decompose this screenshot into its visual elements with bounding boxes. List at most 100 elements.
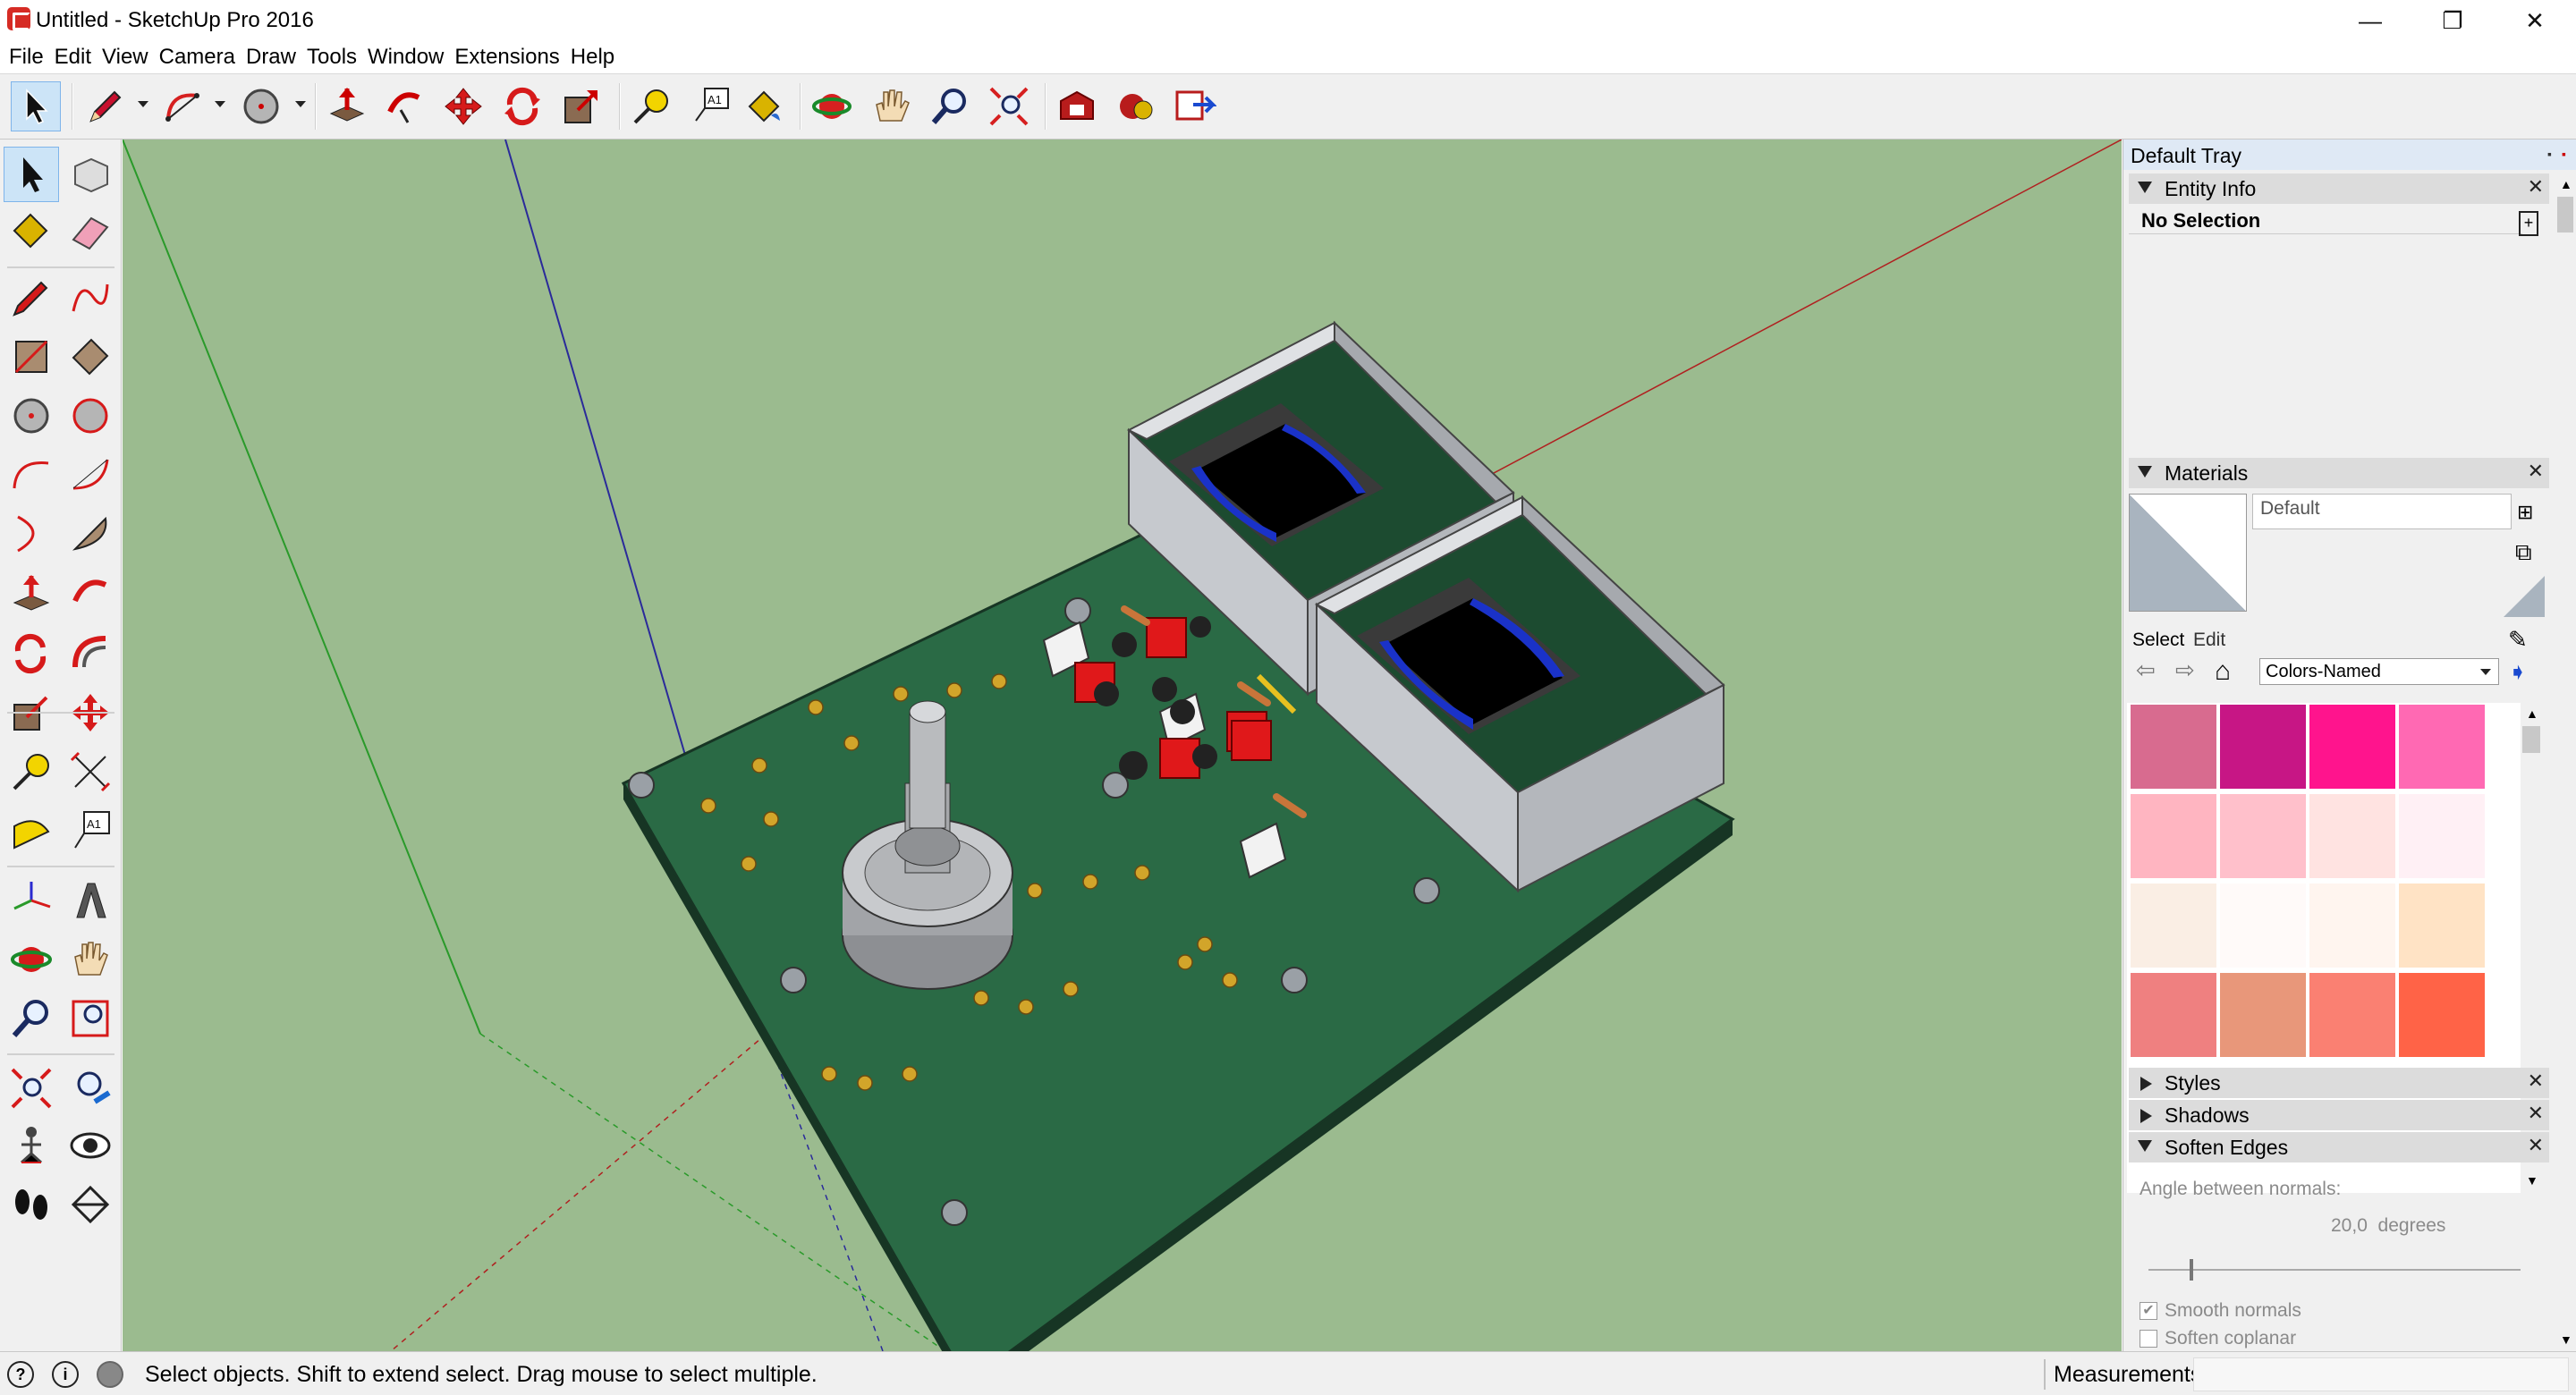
close-icon[interactable]: ✕ <box>2528 175 2544 199</box>
tape-measure-icon[interactable] <box>626 81 676 131</box>
tray-pin-icon[interactable]: ▪ <box>2547 148 2558 160</box>
material-swatch[interactable] <box>2309 705 2395 789</box>
model-viewport[interactable] <box>123 140 2122 1351</box>
material-swatch[interactable] <box>2309 794 2395 878</box>
rectangle-icon[interactable] <box>4 329 59 385</box>
material-swatch[interactable] <box>2309 973 2395 1057</box>
make-component-icon[interactable] <box>63 147 118 202</box>
tray-close-icon[interactable]: ▪ <box>2562 148 2572 160</box>
menu-window[interactable]: Window <box>364 45 451 70</box>
three-point-arc-icon[interactable] <box>4 506 59 562</box>
two-point-arc-icon[interactable] <box>63 447 118 503</box>
close-icon[interactable]: ✕ <box>2528 1134 2544 1157</box>
shadows-header[interactable]: Shadows ✕ <box>2129 1100 2549 1130</box>
section-plane-icon[interactable] <box>63 1177 118 1232</box>
zoom-icon[interactable] <box>4 991 59 1046</box>
circle-icon[interactable] <box>4 388 59 444</box>
select-arrow-icon[interactable] <box>11 81 61 131</box>
material-swatch[interactable] <box>2399 973 2485 1057</box>
material-swatch[interactable] <box>2131 794 2216 878</box>
warehouse-icon[interactable] <box>1052 81 1102 131</box>
position-camera-icon[interactable] <box>4 1118 59 1173</box>
zoom-window-icon[interactable] <box>63 991 118 1046</box>
rotate-icon[interactable] <box>497 81 547 131</box>
menu-file[interactable]: File <box>5 45 51 70</box>
paint-bucket-icon[interactable] <box>739 81 789 131</box>
user-account-icon[interactable] <box>97 1361 123 1388</box>
eyedropper-icon[interactable]: ✎ <box>2508 626 2528 654</box>
axes-icon[interactable] <box>4 873 59 928</box>
circle-icon[interactable] <box>236 81 286 131</box>
angle-slider-thumb[interactable] <box>2190 1259 2194 1281</box>
previous-view-icon[interactable] <box>63 1061 118 1116</box>
dimension-icon[interactable] <box>63 744 118 799</box>
follow-me-icon[interactable] <box>63 567 118 622</box>
soften-edges-header[interactable]: Soften Edges ✕ <box>2129 1132 2549 1162</box>
text-icon[interactable]: A1 <box>63 803 118 858</box>
three-d-text-icon[interactable] <box>63 873 118 928</box>
tray-scrollbar[interactable]: ▲ ▼ <box>2555 173 2576 1351</box>
material-swatch[interactable] <box>2220 884 2306 968</box>
home-icon[interactable]: ⌂ <box>2215 656 2231 687</box>
zoom-extents-icon[interactable] <box>984 81 1034 131</box>
menu-help[interactable]: Help <box>567 45 622 70</box>
pan-icon[interactable] <box>63 932 118 987</box>
push-pull-icon[interactable] <box>4 567 59 622</box>
tab-select[interactable]: Select <box>2132 630 2184 651</box>
model-canvas[interactable] <box>123 140 2122 1351</box>
minimize-button[interactable]: — <box>2329 0 2411 41</box>
material-swatch[interactable] <box>2131 973 2216 1057</box>
measurements-input[interactable] <box>2193 1357 2569 1391</box>
follow-me-icon[interactable] <box>379 81 429 131</box>
material-swatch[interactable] <box>2220 973 2306 1057</box>
menu-edit[interactable]: Edit <box>51 45 98 70</box>
material-swatch[interactable] <box>2399 794 2485 878</box>
freehand-icon[interactable] <box>63 270 118 326</box>
push-pull-icon[interactable] <box>322 81 372 131</box>
restore-button[interactable]: ❐ <box>2411 0 2494 41</box>
line-icon[interactable] <box>4 270 59 326</box>
back-arrow-icon[interactable]: ⇦ <box>2136 656 2156 684</box>
material-swatch[interactable] <box>2399 884 2485 968</box>
protractor-icon[interactable] <box>4 803 59 858</box>
details-arrow-icon[interactable]: ➧ <box>2508 658 2528 686</box>
tape-measure-icon[interactable] <box>4 744 59 799</box>
angle-slider-track[interactable] <box>2148 1269 2521 1271</box>
default-paint-icon[interactable]: ⧉ <box>2515 538 2532 567</box>
orbit-icon[interactable] <box>4 932 59 987</box>
soften-coplanar-checkbox[interactable] <box>2140 1330 2157 1348</box>
close-button[interactable]: ✕ <box>2494 0 2576 41</box>
credits-icon[interactable]: i <box>52 1361 79 1388</box>
menu-view[interactable]: View <box>98 45 156 70</box>
arc-icon[interactable] <box>157 81 208 131</box>
geo-location-icon[interactable]: ? <box>7 1361 34 1388</box>
extension-warehouse-icon[interactable] <box>1111 81 1161 131</box>
material-swatch[interactable] <box>2309 884 2395 968</box>
look-around-icon[interactable] <box>63 1118 118 1173</box>
zoom-extents-icon[interactable] <box>4 1061 59 1116</box>
menu-draw[interactable]: Draw <box>242 45 303 70</box>
pencil-line-icon[interactable] <box>80 81 131 131</box>
zoom-icon[interactable] <box>925 81 975 131</box>
material-swatch[interactable] <box>2220 705 2306 789</box>
material-swatch[interactable] <box>2399 705 2485 789</box>
forward-arrow-icon[interactable]: ⇨ <box>2175 656 2195 684</box>
materials-header[interactable]: Materials ✕ <box>2129 458 2549 488</box>
styles-header[interactable]: Styles ✕ <box>2129 1068 2549 1098</box>
send-to-layout-icon[interactable] <box>1170 81 1220 131</box>
pie-icon[interactable] <box>63 506 118 562</box>
rotate-icon[interactable] <box>4 626 59 681</box>
walk-icon[interactable] <box>4 1177 59 1232</box>
expand-details-icon[interactable]: + <box>2519 211 2538 236</box>
material-swatch[interactable] <box>2131 705 2216 789</box>
text-label-icon[interactable]: A1 <box>685 81 735 131</box>
entity-info-header[interactable]: Entity Info ✕ <box>2129 173 2549 204</box>
select-icon[interactable] <box>4 147 59 202</box>
material-swatch[interactable] <box>2131 884 2216 968</box>
create-material-icon[interactable]: ⊞ <box>2517 501 2533 524</box>
polygon-icon[interactable] <box>63 388 118 444</box>
menu-extensions[interactable]: Extensions <box>451 45 566 70</box>
smooth-normals-checkbox[interactable]: ✔ <box>2140 1302 2157 1320</box>
rotated-rectangle-icon[interactable] <box>63 329 118 385</box>
paint-bucket-icon[interactable] <box>4 204 59 259</box>
